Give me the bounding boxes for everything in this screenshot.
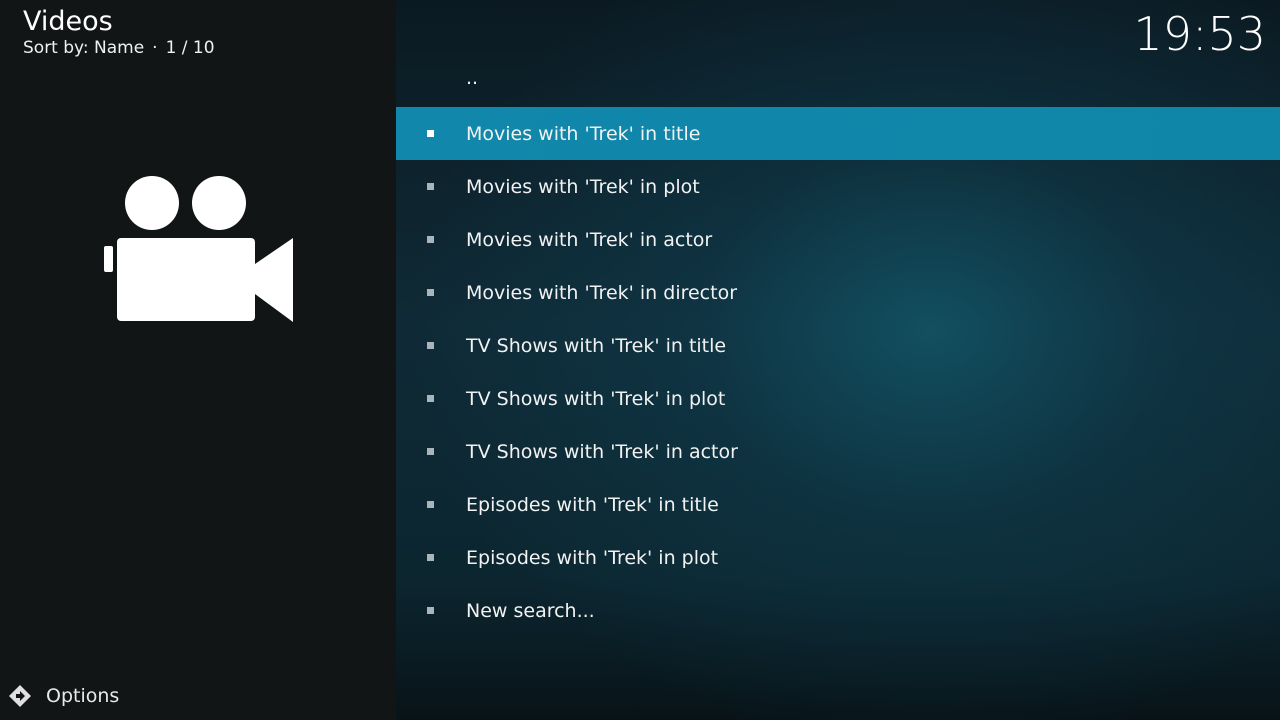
list-item-label: TV Shows with 'Trek' in plot bbox=[466, 387, 726, 410]
square-bullet-icon bbox=[427, 447, 434, 455]
list-item-label: Movies with 'Trek' in title bbox=[466, 122, 701, 145]
list-item[interactable]: Movies with 'Trek' in actor bbox=[396, 213, 1280, 266]
list-item-label: Movies with 'Trek' in actor bbox=[466, 228, 713, 251]
list-item-label: .. bbox=[466, 67, 479, 89]
page-title: Videos bbox=[23, 6, 113, 37]
list-item[interactable]: Movies with 'Trek' in plot bbox=[396, 160, 1280, 213]
list-item-label: Movies with 'Trek' in director bbox=[466, 281, 738, 304]
sort-info: Sort by: Name · 1 / 10 bbox=[23, 38, 215, 58]
options-button[interactable]: Options bbox=[8, 683, 119, 709]
options-label: Options bbox=[46, 685, 120, 707]
list-item-label: Episodes with 'Trek' in plot bbox=[466, 546, 719, 569]
square-bullet-icon bbox=[427, 182, 434, 190]
square-bullet-icon bbox=[427, 129, 434, 137]
list-item-label: New search... bbox=[466, 599, 595, 622]
list-item-label: TV Shows with 'Trek' in actor bbox=[466, 440, 738, 463]
list-item-label: Movies with 'Trek' in plot bbox=[466, 175, 700, 198]
video-camera-icon bbox=[104, 176, 293, 322]
list-item[interactable]: TV Shows with 'Trek' in plot bbox=[396, 372, 1280, 425]
separator-dot: · bbox=[152, 38, 158, 58]
file-list: .. Movies with 'Trek' in title Movies wi… bbox=[396, 57, 1280, 637]
square-bullet-icon bbox=[427, 341, 434, 349]
kodi-video-browser: Videos Sort by: Name · 1 / 10 Options 19:5… bbox=[0, 0, 1280, 720]
list-item-label: Episodes with 'Trek' in title bbox=[466, 493, 719, 516]
parent-folder-item[interactable]: .. bbox=[396, 57, 1280, 107]
list-item-label: TV Shows with 'Trek' in title bbox=[466, 334, 727, 357]
square-bullet-icon bbox=[427, 606, 434, 614]
list-item[interactable]: TV Shows with 'Trek' in title bbox=[396, 319, 1280, 372]
list-item[interactable]: TV Shows with 'Trek' in actor bbox=[396, 425, 1280, 478]
square-bullet-icon bbox=[427, 500, 434, 508]
list-item[interactable]: Movies with 'Trek' in director bbox=[396, 266, 1280, 319]
list-item[interactable]: Episodes with 'Trek' in title bbox=[396, 478, 1280, 531]
list-item[interactable]: New search... bbox=[396, 584, 1280, 637]
left-panel: Videos Sort by: Name · 1 / 10 Options bbox=[0, 0, 396, 720]
header: Videos Sort by: Name · 1 / 10 bbox=[23, 6, 215, 58]
options-arrow-icon bbox=[9, 685, 31, 707]
square-bullet-icon bbox=[427, 394, 434, 402]
list-item[interactable]: Episodes with 'Trek' in plot bbox=[396, 531, 1280, 584]
square-bullet-icon bbox=[427, 288, 434, 296]
square-bullet-icon bbox=[427, 553, 434, 561]
square-bullet-icon bbox=[427, 235, 434, 243]
sort-label: Sort by: Name bbox=[23, 38, 145, 58]
item-position: 1 / 10 bbox=[165, 38, 215, 58]
list-item[interactable]: Movies with 'Trek' in title bbox=[396, 107, 1280, 160]
clock: 19:53 bbox=[1133, 7, 1266, 61]
